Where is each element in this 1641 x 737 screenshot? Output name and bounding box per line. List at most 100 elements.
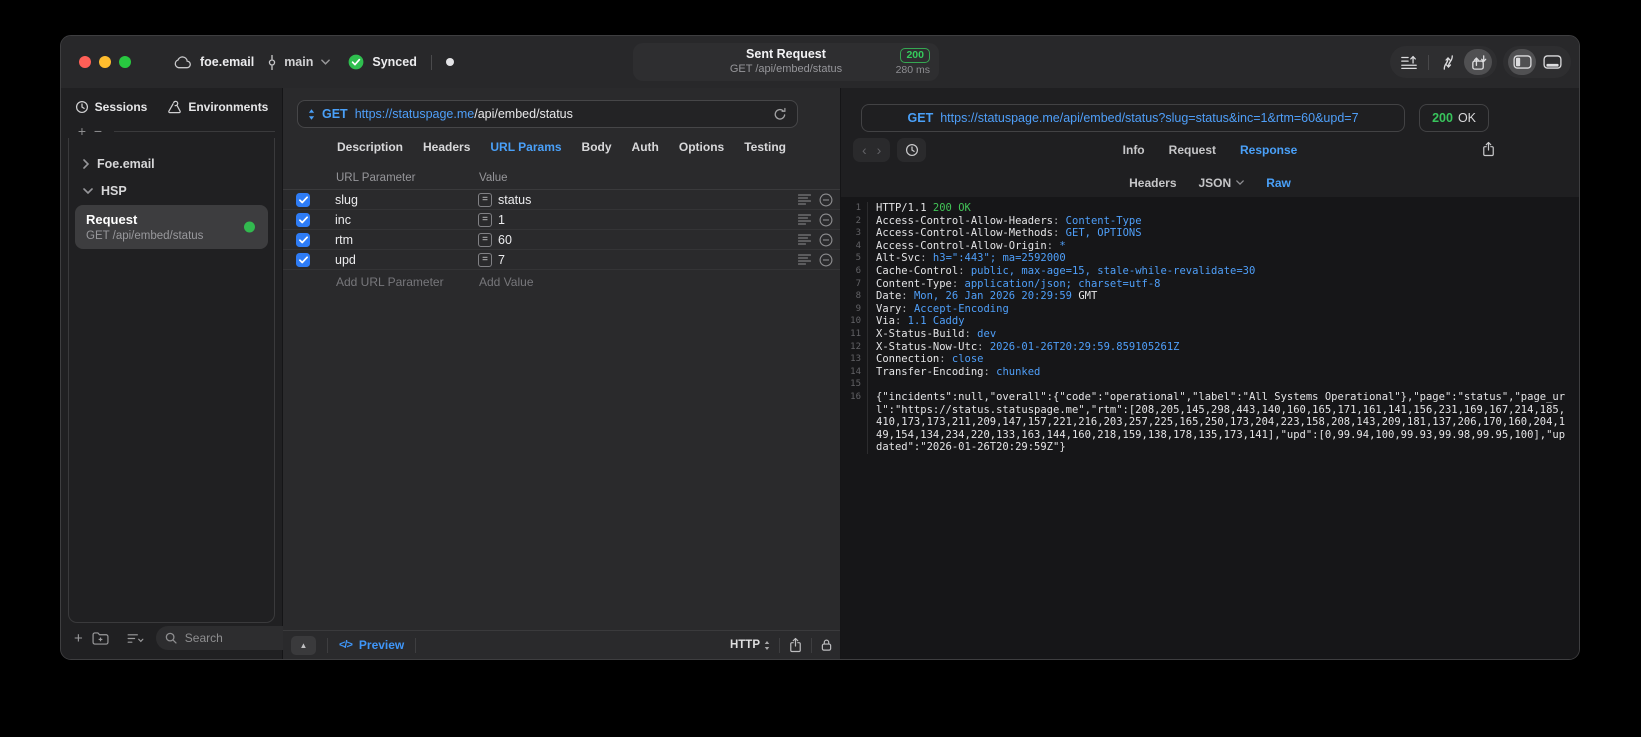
sort-list-icon	[127, 633, 144, 643]
expand-panel-button[interactable]: ▲	[291, 635, 316, 655]
param-row-upd: upd = 7	[283, 250, 840, 270]
editor-tab-description[interactable]: Description	[337, 140, 403, 154]
zoom-window-button[interactable]	[119, 56, 131, 68]
response-line: 12 X-Status-Now-Utc: 2026-01-26T20:29:59.…	[841, 340, 1579, 354]
param-value[interactable]: 7	[498, 253, 505, 267]
response-body[interactable]: 1 HTTP/1.1 200 OK 2 Access-Control-Allow-He…	[841, 197, 1579, 659]
add-param-placeholder[interactable]: Add URL Parameter	[336, 275, 479, 289]
param-checkbox[interactable]	[296, 192, 310, 207]
remove-session-button[interactable]: −	[90, 124, 106, 138]
param-remove-button[interactable]	[819, 193, 833, 207]
tree-group-foe-email[interactable]: Foe.email	[74, 150, 269, 177]
editor-tab-url-params[interactable]: URL Params	[490, 140, 561, 154]
param-remove-button[interactable]	[819, 253, 833, 267]
param-name[interactable]: inc	[335, 213, 478, 227]
param-remove-button[interactable]	[819, 233, 833, 247]
protocol-selector[interactable]: HTTP	[730, 639, 770, 651]
editor-tab-options[interactable]: Options	[679, 140, 724, 154]
request-url-host[interactable]: https://statuspage.me	[355, 107, 475, 121]
param-options-button[interactable]	[798, 234, 811, 245]
add-session-button[interactable]: +	[74, 124, 90, 138]
viewer-tab-response[interactable]: Response	[1240, 143, 1297, 157]
export-response-button[interactable]	[1482, 141, 1495, 157]
import-response-button[interactable]	[1464, 49, 1492, 75]
clock-icon	[905, 143, 918, 157]
minimize-window-button[interactable]	[99, 56, 111, 68]
git-commit-icon	[268, 54, 276, 70]
viewer-tab-request[interactable]: Request	[1169, 143, 1216, 157]
param-checkbox[interactable]	[296, 212, 310, 227]
lock-button[interactable]	[821, 638, 832, 652]
request-summary-pill[interactable]: Sent Request GET /api/embed/status 200 2…	[633, 43, 939, 81]
url-params-table: URL Parameter Value slug = status inc = 1 rtm =…	[283, 166, 840, 630]
share-request-button[interactable]	[789, 637, 802, 653]
add-value-placeholder[interactable]: Add Value	[479, 275, 534, 289]
request-list-item-selected[interactable]: Request GET /api/embed/status	[75, 205, 268, 249]
project-name[interactable]: foe.email	[200, 55, 254, 69]
new-request-button[interactable]: +	[74, 631, 83, 646]
response-line: 14 Transfer-Encoding: chunked	[841, 365, 1579, 379]
equals-icon: =	[478, 212, 492, 227]
nav-forward-button[interactable]: ›	[877, 142, 882, 158]
param-row-inc: inc = 1	[283, 210, 840, 230]
line-number: 15	[841, 378, 868, 391]
import-response-icon	[1471, 54, 1486, 70]
resend-request-button[interactable]	[773, 107, 787, 122]
editor-tab-headers[interactable]: Headers	[423, 140, 470, 154]
line-text: Content-Type: application/json; charset=…	[876, 277, 1161, 290]
new-folder-button[interactable]	[92, 631, 109, 645]
response-line: 11 X-Status-Build: dev	[841, 327, 1579, 341]
param-name[interactable]: rtm	[335, 233, 478, 247]
preview-button[interactable]: </> Preview	[339, 638, 404, 652]
response-line: 10 Via: 1.1 Caddy	[841, 315, 1579, 328]
project-status-group: foe.email main Synced	[173, 54, 454, 70]
param-value[interactable]: 1	[498, 213, 505, 227]
param-checkbox[interactable]	[296, 252, 310, 267]
param-name[interactable]: upd	[335, 253, 478, 267]
viewer-tab-info[interactable]: Info	[1123, 143, 1145, 157]
param-remove-button[interactable]	[819, 213, 833, 227]
nav-back-button[interactable]: ‹	[862, 142, 867, 158]
toggle-sidebar-button[interactable]	[1508, 49, 1536, 75]
close-window-button[interactable]	[79, 56, 91, 68]
line-text: X-Status-Build: dev	[876, 327, 997, 340]
param-options-button[interactable]	[798, 194, 811, 205]
line-number: 10	[841, 315, 868, 328]
request-method[interactable]: GET	[322, 107, 348, 121]
editor-tab-body[interactable]: Body	[582, 140, 612, 154]
tab-sessions[interactable]: Sessions	[75, 100, 147, 114]
request-url-bar[interactable]: GET https://statuspage.me/api/embed/stat…	[297, 100, 798, 128]
param-value[interactable]: status	[498, 193, 531, 207]
editor-tab-testing[interactable]: Testing	[744, 140, 786, 154]
sidebar-toolbar: +	[61, 623, 351, 659]
branch-name[interactable]: main	[284, 55, 313, 69]
tree-group-hsp[interactable]: HSP	[74, 177, 269, 204]
param-options-button[interactable]	[798, 214, 811, 225]
tab-environments[interactable]: Environments	[167, 100, 268, 114]
param-value[interactable]: 60	[498, 233, 512, 247]
chevron-down-icon[interactable]	[321, 59, 331, 65]
toggle-bottom-panel-button[interactable]	[1538, 49, 1566, 75]
viewer-subtab-headers[interactable]: Headers	[1129, 176, 1176, 190]
equals-icon: =	[478, 232, 492, 247]
request-url-path[interactable]: /api/embed/status	[474, 107, 573, 121]
tree-group-label: HSP	[101, 183, 127, 198]
viewer-subtab-raw[interactable]: Raw	[1266, 176, 1291, 190]
sent-request-url-box[interactable]: GET https://statuspage.me/api/embed/stat…	[861, 104, 1406, 132]
editor-tab-auth[interactable]: Auth	[632, 140, 659, 154]
environments-icon	[167, 100, 182, 114]
add-param-row[interactable]: Add URL Parameter Add Value	[283, 270, 840, 293]
merge-changes-button[interactable]	[1434, 49, 1462, 75]
response-line: 16 {"incidents":null,"overall":{"code":"o…	[841, 390, 1579, 454]
sync-status[interactable]: Synced	[372, 55, 416, 69]
param-checkbox[interactable]	[296, 232, 310, 247]
param-options-button[interactable]	[798, 254, 811, 265]
line-number: 2	[841, 214, 868, 228]
equals-icon: =	[478, 192, 492, 207]
viewer-subtab-json[interactable]: JSON	[1199, 176, 1245, 190]
method-stepper-icon[interactable]	[308, 108, 315, 121]
history-button[interactable]	[897, 138, 927, 162]
export-session-button[interactable]	[1395, 49, 1423, 75]
sort-list-button[interactable]	[127, 633, 144, 644]
param-name[interactable]: slug	[335, 193, 478, 207]
